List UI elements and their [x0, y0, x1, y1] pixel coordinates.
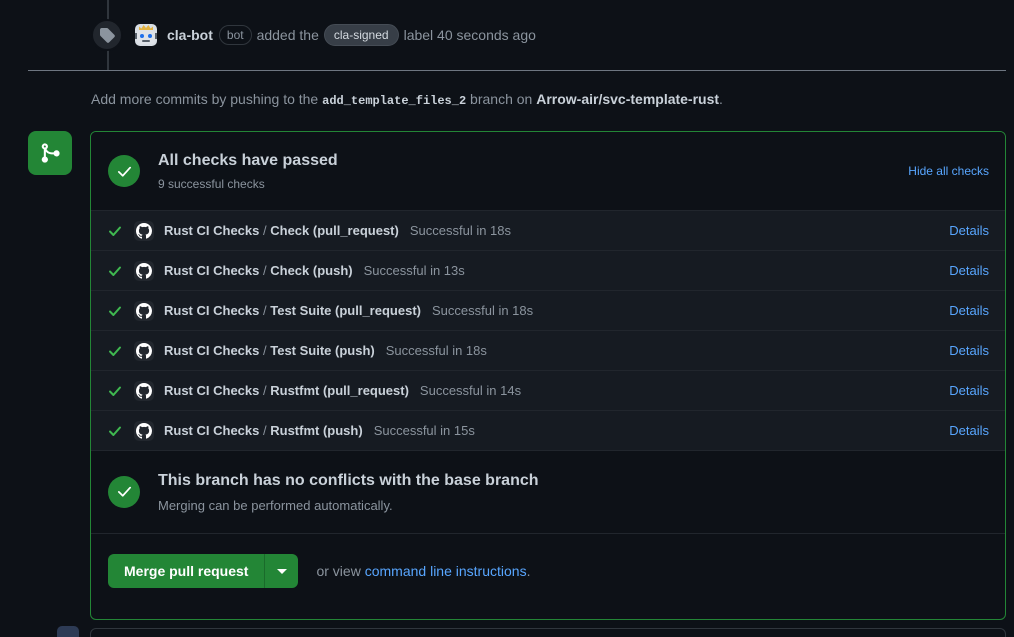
- table-row[interactable]: Rust CI Checks / Test Suite (push) Succe…: [91, 330, 1005, 370]
- merge-split-button[interactable]: Merge pull request: [108, 554, 299, 589]
- details-link[interactable]: Details: [949, 223, 989, 238]
- check-separator: /: [263, 303, 267, 318]
- check-separator: /: [263, 223, 267, 238]
- check-name: Rust CI Checks / Rustfmt (push): [164, 423, 363, 438]
- check-status: Successful in 14s: [419, 383, 522, 398]
- check-icon: [107, 423, 123, 439]
- avatar[interactable]: [57, 626, 79, 637]
- table-row[interactable]: Rust CI Checks / Test Suite (pull_reques…: [91, 290, 1005, 330]
- push-hint-middle: branch on: [470, 91, 533, 107]
- github-actions-icon: [134, 220, 154, 241]
- check-separator: /: [263, 423, 267, 438]
- check-status: Successful in 13s: [363, 263, 465, 278]
- branch-name: add_template_files_2: [322, 94, 467, 108]
- details-link[interactable]: Details: [949, 383, 989, 398]
- bot-badge: bot: [218, 25, 252, 45]
- push-hint-period: .: [719, 91, 723, 107]
- check-name: Rust CI Checks / Rustfmt (pull_request): [164, 383, 409, 398]
- check-icon: [107, 223, 123, 239]
- cli-period: .: [526, 563, 531, 580]
- table-row[interactable]: Rust CI Checks / Rustfmt (pull_request) …: [91, 370, 1005, 410]
- next-comment-box: [90, 628, 1006, 637]
- repo-owner-link[interactable]: Arrow-air: [536, 91, 598, 107]
- checks-summary-header: All checks have passed 9 successful chec…: [91, 132, 1005, 210]
- event-timestamp-text: label 40 seconds ago: [403, 27, 536, 43]
- event-action-text: added the: [256, 27, 319, 43]
- conflicts-title: This branch has no conflicts with the ba…: [158, 472, 539, 489]
- push-hint-prefix: Add more commits by pushing to the: [91, 91, 319, 107]
- timeline-event-label-added: cla-bot bot added the cla-signed label 4…: [0, 18, 536, 52]
- details-link[interactable]: Details: [949, 303, 989, 318]
- checks-list[interactable]: Rust CI Checks / Check (pull_request) Su…: [91, 210, 1005, 450]
- check-workflow: Rust CI Checks: [164, 263, 260, 278]
- check-workflow: Rust CI Checks: [164, 383, 260, 398]
- github-actions-icon: [134, 260, 154, 281]
- check-workflow: Rust CI Checks: [164, 223, 260, 238]
- check-name: Rust CI Checks / Check (push): [164, 263, 353, 278]
- check-status: Successful in 18s: [385, 343, 487, 358]
- check-job: Check (pull_request): [270, 223, 399, 238]
- github-actions-icon: [134, 380, 154, 401]
- check-name: Rust CI Checks / Test Suite (pull_reques…: [164, 303, 421, 318]
- git-merge-icon: [28, 131, 72, 175]
- github-actions-icon: [134, 420, 154, 441]
- command-line-instructions-link[interactable]: command line instructions: [365, 563, 527, 579]
- branch-conflicts-section: This branch has no conflicts with the ba…: [91, 450, 1005, 533]
- check-icon: [107, 343, 123, 359]
- check-status: Successful in 18s: [431, 303, 534, 318]
- merge-action-section: Merge pull request or view command line …: [91, 532, 1005, 609]
- github-actions-icon: [134, 300, 154, 321]
- check-circle-icon: [108, 475, 140, 508]
- check-separator: /: [263, 383, 267, 398]
- conflicts-subtitle: Merging can be performed automatically.: [158, 497, 393, 513]
- check-separator: /: [263, 263, 267, 278]
- merge-status-box: All checks have passed 9 successful chec…: [90, 131, 1006, 620]
- check-workflow: Rust CI Checks: [164, 423, 260, 438]
- table-row[interactable]: Rust CI Checks / Check (pull_request) Su…: [91, 210, 1005, 250]
- check-workflow: Rust CI Checks: [164, 303, 260, 318]
- check-job: Rustfmt (push): [270, 423, 363, 438]
- avatar[interactable]: [135, 24, 157, 46]
- check-workflow: Rust CI Checks: [164, 343, 260, 358]
- timeline-event-text: cla-bot bot added the cla-signed label 4…: [167, 24, 536, 46]
- pull-request-merge-panel: cla-bot bot added the cla-signed label 4…: [0, 0, 1014, 637]
- details-link[interactable]: Details: [949, 263, 989, 278]
- details-link[interactable]: Details: [949, 343, 989, 358]
- repo-name-link[interactable]: svc-template-rust: [602, 91, 719, 107]
- check-job: Rustfmt (pull_request): [270, 383, 409, 398]
- check-job: Check (push): [270, 263, 353, 278]
- check-icon: [107, 383, 123, 399]
- event-actor-link[interactable]: cla-bot: [167, 27, 213, 43]
- timeline-divider: [28, 70, 1006, 71]
- check-name: Rust CI Checks / Test Suite (push): [164, 343, 375, 358]
- github-actions-icon: [134, 340, 154, 361]
- or-view-text: or view: [316, 563, 361, 580]
- checks-title: All checks have passed: [158, 152, 338, 170]
- tag-icon: [91, 19, 123, 51]
- details-link[interactable]: Details: [949, 423, 989, 438]
- table-row[interactable]: Rust CI Checks / Rustfmt (push) Successf…: [91, 410, 1005, 450]
- check-name: Rust CI Checks / Check (pull_request): [164, 223, 399, 238]
- chevron-down-icon[interactable]: [264, 554, 299, 589]
- check-icon: [107, 263, 123, 279]
- command-line-hint: or view command line instructions.: [316, 563, 530, 579]
- check-separator: /: [263, 343, 267, 358]
- push-commits-hint: Add more commits by pushing to the add_t…: [91, 91, 723, 108]
- check-job: Test Suite (push): [270, 343, 375, 358]
- check-status: Successful in 18s: [409, 223, 512, 238]
- check-status: Successful in 15s: [373, 423, 475, 438]
- check-job: Test Suite (pull_request): [270, 303, 421, 318]
- check-circle-icon: [108, 155, 140, 187]
- hide-all-checks-link[interactable]: Hide all checks: [908, 164, 989, 178]
- table-row[interactable]: Rust CI Checks / Check (push) Successful…: [91, 250, 1005, 290]
- label-badge-cla-signed[interactable]: cla-signed: [323, 24, 399, 46]
- checks-subtitle: 9 successful checks: [158, 176, 265, 191]
- merge-pull-request-button[interactable]: Merge pull request: [108, 554, 265, 589]
- check-icon: [107, 303, 123, 319]
